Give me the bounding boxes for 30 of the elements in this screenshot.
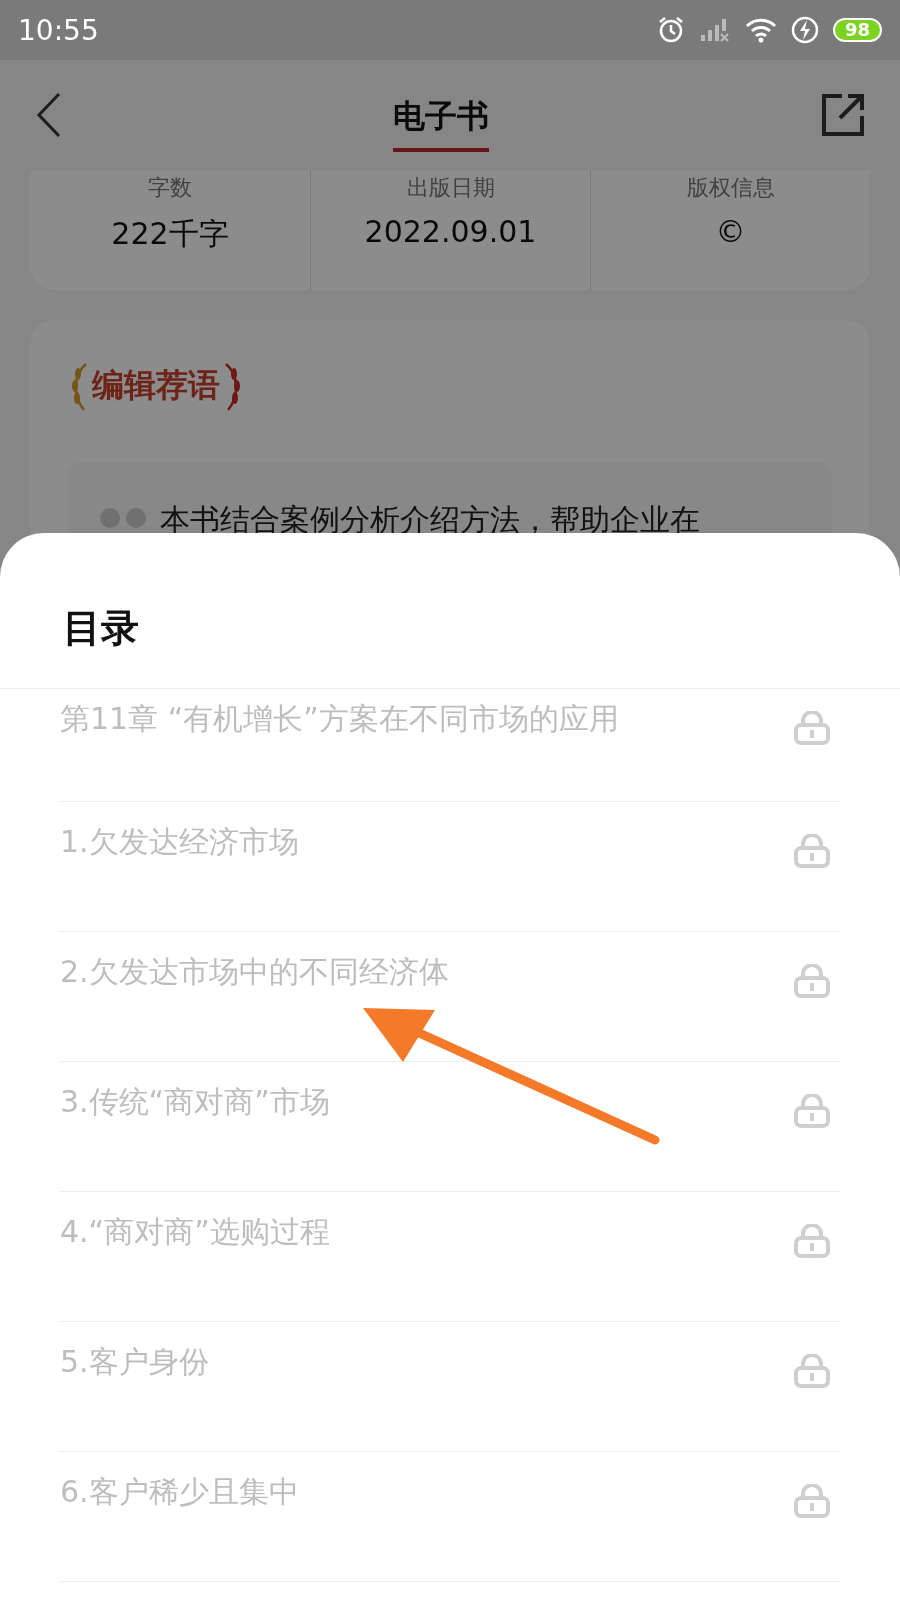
stat-value: 222千字 <box>111 215 229 253</box>
chapter-item[interactable]: 1.欠发达经济市场 <box>60 820 299 931</box>
battery-level: 98 <box>832 18 882 42</box>
chapter-item[interactable]: 4.“商对商”选购过程 <box>60 1210 330 1321</box>
lock-icon <box>794 1354 830 1388</box>
share-icon[interactable] <box>820 92 866 138</box>
lock-icon <box>794 964 830 998</box>
lock-icon <box>794 1484 830 1518</box>
chapter-item[interactable]: 5.客户身份 <box>60 1340 209 1451</box>
stat-label: 字数 <box>148 174 192 202</box>
lock-icon <box>794 711 830 745</box>
chapter-item[interactable]: 3.传统“商对商”市场 <box>60 1080 330 1191</box>
chapter-item[interactable]: 第11章 “有机增长”方案在不同市场的应用 <box>60 697 619 801</box>
status-time: 10:55 <box>18 13 99 47</box>
stat-value: 2022.09.01 <box>364 214 537 249</box>
stat-label: 版权信息 <box>686 174 775 202</box>
lock-icon <box>794 1224 830 1258</box>
stat-label: 出版日期 <box>406 174 495 202</box>
stat-value: © <box>715 214 746 249</box>
page-title[interactable]: 电子书 <box>393 92 489 152</box>
section-title: 编辑荐语 <box>92 365 220 406</box>
charging-icon <box>790 16 819 44</box>
wifi-icon <box>744 17 777 43</box>
chapter-item[interactable]: 2.欠发达市场中的不同经济体 <box>60 950 449 1061</box>
sheet-title: 目录 <box>63 606 139 650</box>
signal-icon <box>698 18 731 42</box>
back-icon[interactable] <box>36 92 62 138</box>
lock-icon <box>794 834 830 868</box>
chapter-item[interactable]: 6.客户稀少且集中 <box>60 1470 299 1581</box>
lock-icon <box>794 1094 830 1128</box>
